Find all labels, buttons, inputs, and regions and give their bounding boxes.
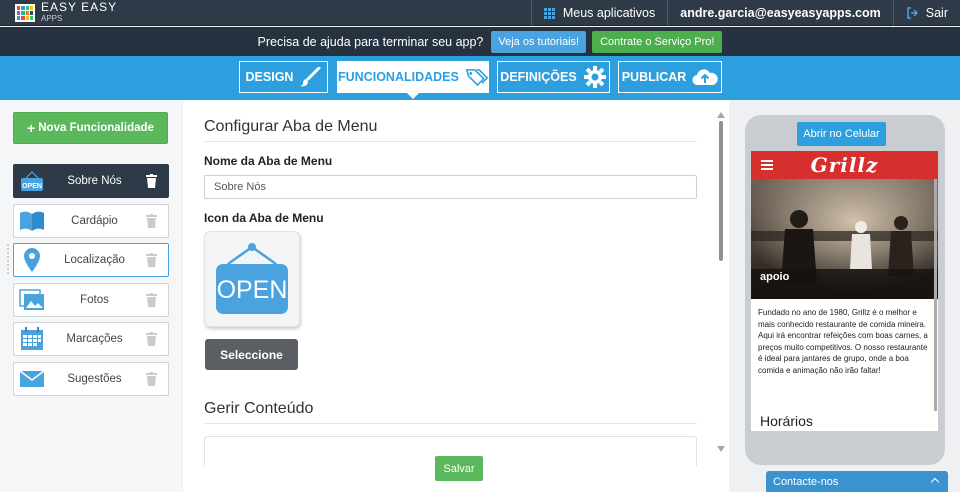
logout-label: Sair (925, 6, 948, 20)
contact-widget[interactable]: Contacte-nos (766, 471, 948, 492)
name-label: Nome da Aba de Menu (204, 154, 333, 168)
new-feature-button[interactable]: + Nova Funcionalidade (13, 112, 168, 144)
help-bar: Precisa de ajuda para terminar seu app? … (0, 27, 960, 56)
sidebar-item-label: Fotos (80, 294, 109, 306)
tab-funcionalidades[interactable]: FUNCIONALIDADES (337, 61, 489, 99)
phone-scrollbar[interactable] (934, 179, 937, 411)
section-title: Configurar Aba de Menu (204, 118, 697, 142)
sidebar-item-marcacoes[interactable]: Marcações (13, 322, 169, 356)
map-pin-icon (19, 247, 45, 273)
sidebar-item-label: Cardápio (71, 215, 118, 227)
logo-text-sub: APPS (41, 14, 63, 23)
tab-definicoes-label: DEFINIÇÕES (500, 70, 577, 84)
app-logo[interactable]: EASY EASY APPS (15, 0, 117, 26)
tab-design[interactable]: DESIGN (239, 61, 328, 93)
sidebar-item-label: Localização (64, 254, 125, 266)
trash-icon[interactable] (144, 371, 158, 387)
brand-logo: Grillz (810, 153, 879, 177)
about-paragraph: Fundado no ano de 1980, Grillz é o melho… (758, 308, 928, 375)
sidebar-item-sugestoes[interactable]: Sugestões (13, 362, 169, 396)
my-apps-link[interactable]: Meus aplicativos (532, 0, 667, 26)
photos-icon (19, 287, 45, 313)
logo-grid-icon (15, 4, 35, 22)
chevron-up-icon (930, 477, 940, 487)
icon-label: Icon da Aba de Menu (204, 211, 324, 225)
sidebar-item-label: Marcações (66, 333, 123, 345)
contact-label: Contacte-nos (773, 475, 839, 488)
trash-icon[interactable] (144, 331, 158, 347)
grid-icon (543, 7, 555, 19)
main-panel: Configurar Aba de Menu Nome da Aba de Me… (183, 100, 729, 492)
top-bar: EASY EASY APPS Meus aplicativos andre.ga… (0, 0, 960, 26)
app-header: Grillz (751, 151, 938, 179)
book-icon (19, 208, 45, 234)
phone-preview: Abrir no Celular Grillz apoio Fundado no… (745, 115, 945, 465)
hours-heading: Horários (760, 413, 813, 429)
scroll-up-icon[interactable] (717, 112, 725, 118)
sidebar-item-cardapio[interactable]: Cardápio (13, 204, 169, 238)
trash-icon[interactable] (144, 213, 158, 229)
brush-icon (300, 67, 321, 87)
my-apps-label: Meus aplicativos (562, 6, 656, 20)
save-button[interactable]: Salvar (435, 456, 483, 481)
sidebar-item-label: Sobre Nós (67, 175, 122, 187)
open-sign-icon: OPEN (19, 168, 45, 194)
main-nav: DESIGN FUNCIONALIDADES DEFINIÇÕES PUBLIC… (0, 56, 960, 100)
sidebar-item-fotos[interactable]: Fotos (13, 283, 169, 317)
gear-icon (583, 66, 606, 88)
scroll-down-icon[interactable] (717, 446, 725, 452)
logout-link[interactable]: Sair (894, 0, 960, 26)
help-text: Precisa de ajuda para terminar seu app? (257, 34, 484, 49)
hero-title: apoio (760, 271, 790, 283)
hero-image: apoio (751, 179, 938, 299)
content-title: Gerir Conteúdo (204, 400, 697, 424)
scroll-thumb[interactable] (719, 121, 723, 261)
tab-design-label: DESIGN (245, 70, 294, 84)
new-feature-label: Nova Funcionalidade (38, 122, 154, 134)
trash-icon[interactable] (144, 173, 158, 189)
open-on-phone-button[interactable]: Abrir no Celular (797, 122, 886, 146)
pro-service-button[interactable]: Contrate o Serviço Pro! (592, 30, 723, 53)
main-scrollbar[interactable] (716, 112, 726, 452)
cloud-upload-icon (692, 69, 718, 86)
envelope-icon (19, 366, 45, 392)
plus-icon: + (27, 120, 36, 136)
tab-funcionalidades-label: FUNCIONALIDADES (338, 70, 459, 84)
sidebar-item-localizacao[interactable]: Localização (13, 243, 169, 277)
user-email[interactable]: andre.garcia@easyeasyapps.com (668, 0, 893, 26)
tab-publicar-label: PUBLICAR (621, 70, 687, 84)
sidebar-item-label: Sugestões (67, 373, 122, 385)
trash-icon[interactable] (144, 252, 158, 268)
trash-icon[interactable] (144, 292, 158, 308)
tab-definicoes[interactable]: DEFINIÇÕES (497, 61, 610, 93)
open-sign-text: OPEN (217, 276, 288, 304)
tab-publicar[interactable]: PUBLICAR (618, 61, 722, 93)
sidebar-item-sobre-nos[interactable]: OPEN Sobre Nós (13, 164, 169, 198)
drag-handle[interactable] (7, 244, 9, 274)
logo-text-main: EASY EASY (41, 0, 118, 14)
svg-text:OPEN: OPEN (22, 183, 42, 190)
logout-icon (907, 7, 918, 19)
open-sign-icon: OPEN (216, 243, 288, 314)
tab-name-input[interactable]: Sobre Nós (204, 175, 697, 199)
select-icon-button[interactable]: Seleccione (205, 339, 298, 370)
tab-icon-preview[interactable]: OPEN (204, 231, 300, 327)
tags-icon (465, 69, 488, 87)
tutorials-button[interactable]: Veja os tutoriais! (491, 30, 587, 53)
phone-screen: Grillz apoio Fundado no ano de 1980, Gri… (751, 151, 938, 431)
calendar-icon (19, 326, 45, 352)
